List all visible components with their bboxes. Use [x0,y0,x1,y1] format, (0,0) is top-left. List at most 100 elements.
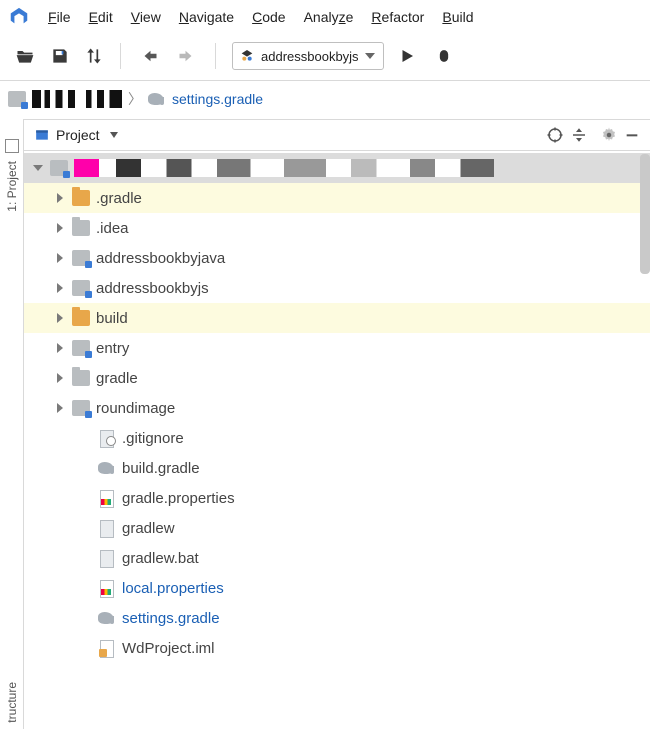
gradle-icon [148,91,166,107]
tree-item-label: gradle [96,370,138,387]
gutter-square-icon[interactable] [5,139,19,153]
tree-item-label: roundimage [96,400,175,417]
minimize-icon[interactable] [624,127,640,143]
breadcrumb-file[interactable]: settings.gradle [172,91,263,107]
tree-item-label: gradle.properties [122,490,235,507]
elephant-icon [98,460,116,476]
expand-arrow-icon[interactable] [54,253,66,263]
folder-orange-icon [72,190,90,206]
tree-item--gitignore[interactable]: .gitignore [24,423,650,453]
props-icon [98,490,116,506]
tree-item-gradle[interactable]: gradle [24,363,650,393]
menu-analyze[interactable]: Analyze [304,9,354,25]
menu-bar: File Edit View Navigate Code Analyze Ref… [0,0,650,36]
back-icon[interactable] [137,47,161,65]
file-icon [98,520,116,536]
tree-item-build-gradle[interactable]: build.gradle [24,453,650,483]
main-area: 1: Project tructure Project [0,119,650,729]
tree-item-label: entry [96,340,129,357]
expand-arrow-icon[interactable] [54,373,66,383]
tree-root[interactable] [24,153,650,183]
tree-item-gradle-properties[interactable]: gradle.properties [24,483,650,513]
chevron-down-icon [365,53,375,59]
chevron-right-icon: 〉 [128,89,142,109]
expand-arrow-icon[interactable] [54,223,66,233]
tree-item-gradlew-bat[interactable]: gradlew.bat [24,543,650,573]
scrollbar[interactable] [640,154,650,274]
menu-view[interactable]: View [131,9,161,25]
expand-arrow-icon[interactable] [54,193,66,203]
tree-item-label: .idea [96,220,129,237]
window-icon [34,128,50,142]
toolbar: addressbookbyjs [0,36,650,81]
forward-icon[interactable] [175,47,199,65]
sync-icon[interactable] [84,45,104,67]
tree-item-label: WdProject.iml [122,640,215,657]
menu-build[interactable]: Build [442,9,473,25]
chevron-down-icon[interactable] [110,132,118,138]
tree-item-entry[interactable]: entry [24,333,650,363]
tree-item-label: gradlew [122,520,175,537]
debug-icon[interactable] [434,46,454,66]
panel-title[interactable]: Project [56,127,100,143]
tree-item-gradlew[interactable]: gradlew [24,513,650,543]
file-icon [98,430,116,446]
tree-root-label [74,159,494,177]
tree-item-label: .gradle [96,190,142,207]
tree-item-build[interactable]: build [24,303,650,333]
tree-item-addressbookbyjs[interactable]: addressbookbyjs [24,273,650,303]
folder-gray-icon [72,370,90,386]
project-folder-icon [8,91,26,107]
tree-item-settings-gradle[interactable]: settings.gradle [24,603,650,633]
tree-item-label: build.gradle [122,460,200,477]
open-icon[interactable] [14,46,36,66]
project-panel-header: Project [24,120,650,151]
gutter-project-label[interactable]: 1: Project [5,161,19,212]
folder-mod-icon [72,340,90,356]
target-icon[interactable] [546,126,564,144]
gear-icon[interactable] [600,126,618,144]
project-folder-icon [50,160,68,176]
toolbar-separator [215,43,216,69]
app-logo-icon [8,6,30,28]
breadcrumb-project[interactable] [32,90,122,108]
expand-arrow-icon[interactable] [54,283,66,293]
tree-item-label: build [96,310,128,327]
run-icon[interactable] [398,46,416,66]
folder-mod-icon [72,280,90,296]
tree-item-WdProject-iml[interactable]: WdProject.iml [24,633,650,663]
menu-edit[interactable]: Edit [89,9,113,25]
file-icon [98,550,116,566]
left-gutter: 1: Project tructure [0,119,24,729]
tree-item-label: addressbookbyjs [96,280,209,297]
expand-arrow-icon[interactable] [54,343,66,353]
project-panel: Project .gradle.ideaaddressbo [24,119,650,729]
toolbar-separator [120,43,121,69]
project-tree: .gradle .idea addressbookbyjava addressbook… [24,151,650,729]
tree-item-roundimage[interactable]: roundimage [24,393,650,423]
expand-arrow-icon[interactable] [54,403,66,413]
folder-orange-icon [72,310,90,326]
tree-item-label: settings.gradle [122,610,220,627]
tree-item-label: local.properties [122,580,224,597]
save-icon[interactable] [50,46,70,66]
tree-item-local-properties[interactable]: local.properties [24,573,650,603]
run-config-selector[interactable]: addressbookbyjs [232,42,384,70]
expand-arrow-icon[interactable] [54,313,66,323]
tree-item--gradle[interactable]: .gradle [24,183,650,213]
tree-item-label: gradlew.bat [122,550,199,567]
menu-code[interactable]: Code [252,9,285,25]
module-icon [239,48,255,64]
gutter-structure-label[interactable]: tructure [5,682,19,723]
collapse-icon[interactable] [570,126,588,144]
folder-mod-icon [72,400,90,416]
menu-file[interactable]: File [48,9,71,25]
tree-item-label: .gitignore [122,430,184,447]
tree-item--idea[interactable]: .idea [24,213,650,243]
menu-refactor[interactable]: Refactor [371,9,424,25]
menu-navigate[interactable]: Navigate [179,9,234,25]
elephant-icon [98,610,116,626]
run-config-label: addressbookbyjs [261,49,359,64]
tree-item-addressbookbyjava[interactable]: addressbookbyjava [24,243,650,273]
folder-gray-icon [72,220,90,236]
